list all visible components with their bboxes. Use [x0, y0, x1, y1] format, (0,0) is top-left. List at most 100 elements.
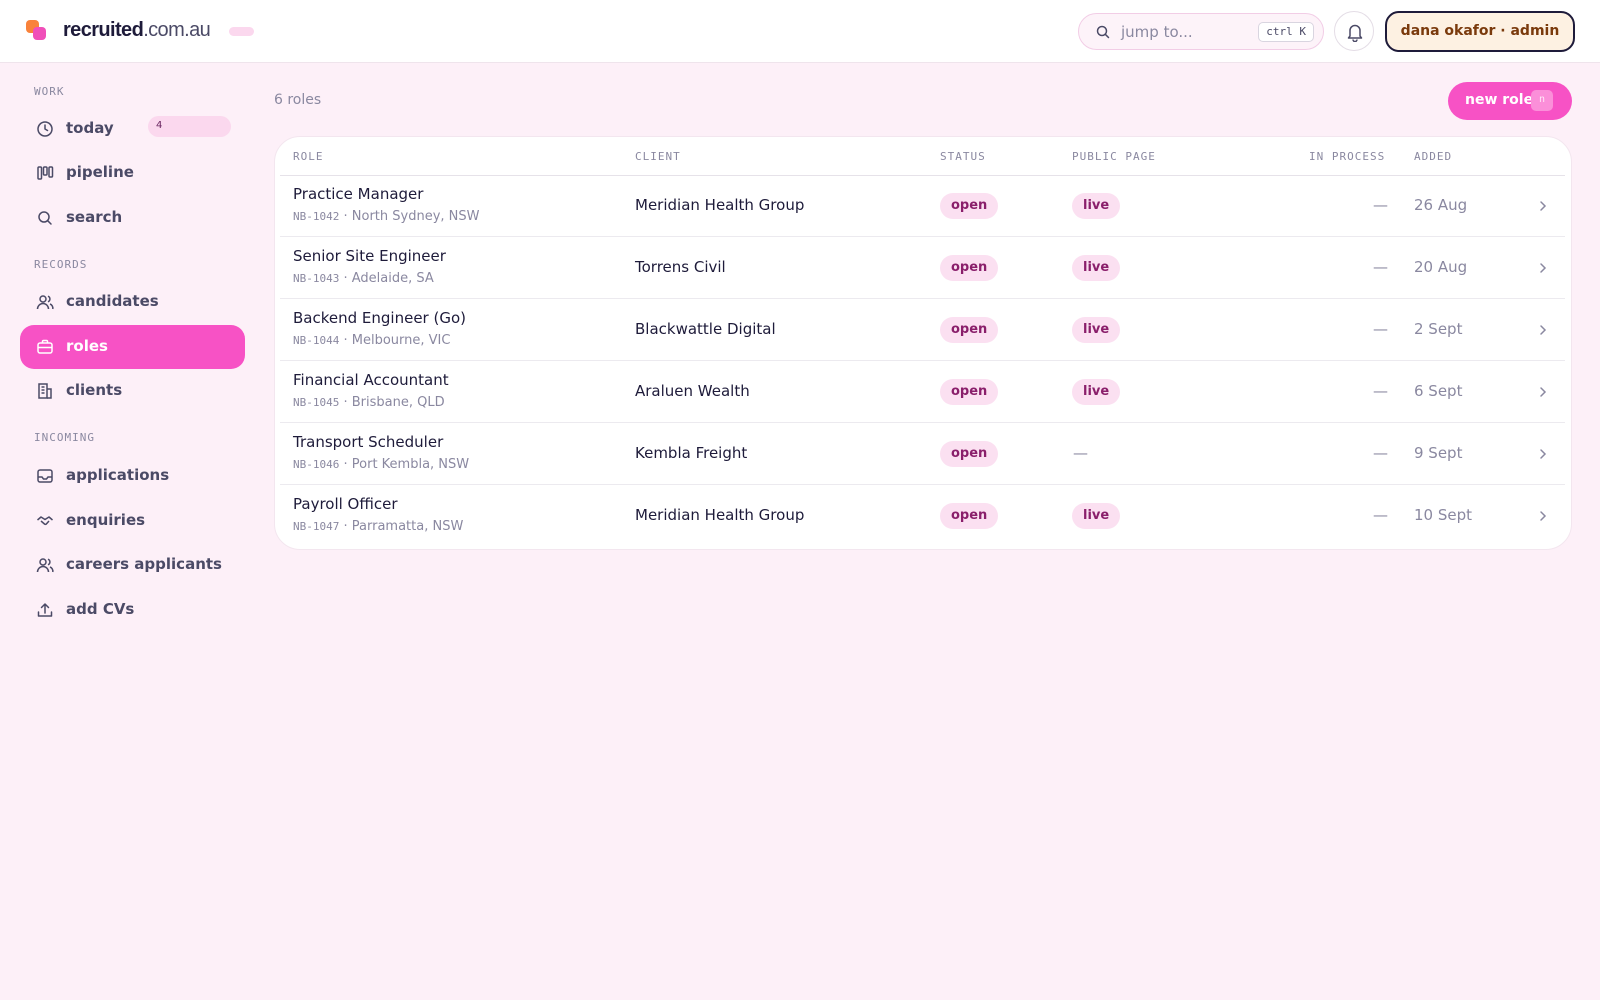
- top-bar: recruited.com.au jump to... ctrl K dana …: [0, 0, 1600, 63]
- role-meta: NB-1046 · Port Kembla, NSW: [293, 457, 470, 472]
- chevron-right-icon: [1540, 325, 1547, 335]
- status-badge: open: [940, 193, 999, 219]
- table-row[interactable]: Payroll Officer NB-1047 · Parramatta, NS…: [280, 485, 1565, 547]
- role-client: Meridian Health Group: [635, 196, 805, 214]
- role-client: Meridian Health Group: [635, 506, 805, 524]
- column-header-public-page[interactable]: PUBLIC PAGE: [1072, 150, 1156, 163]
- role-meta: NB-1042 · North Sydney, NSW: [293, 209, 480, 224]
- sidebar-item-candidates[interactable]: candidates: [20, 280, 245, 324]
- role-meta: NB-1043 · Adelaide, SA: [293, 271, 434, 286]
- in-process-value: —: [1373, 196, 1388, 214]
- added-date: 10 Sept: [1414, 506, 1473, 524]
- search-input[interactable]: jump to... ctrl K: [1078, 13, 1324, 50]
- sidebar-item-label: today: [66, 119, 114, 137]
- sidebar-item-search[interactable]: search: [20, 196, 245, 240]
- status-badge: open: [940, 255, 999, 281]
- sidebar-item-label: candidates: [66, 292, 159, 310]
- table-row[interactable]: Transport Scheduler NB-1046 · Port Kembl…: [280, 423, 1565, 485]
- users-icon: [36, 295, 54, 310]
- column-header-role[interactable]: ROLE: [293, 150, 324, 163]
- role-client: Torrens Civil: [635, 258, 726, 276]
- building-icon: [38, 383, 52, 399]
- kanban-icon: [37, 166, 54, 180]
- table-row[interactable]: Practice Manager NB-1042 · North Sydney,…: [280, 175, 1565, 237]
- sidebar-item-roles[interactable]: roles: [20, 325, 245, 369]
- new-role-label: new role: [1465, 92, 1534, 108]
- sidebar-item-label: careers applicants: [66, 555, 222, 573]
- today-count-badge: 4: [148, 116, 231, 137]
- chevron-right-icon: [1540, 201, 1547, 211]
- status-badge: open: [940, 379, 999, 405]
- sidebar-item-label: search: [66, 208, 123, 226]
- column-header-client[interactable]: CLIENT: [635, 150, 681, 163]
- sidebar-item-pipeline[interactable]: pipeline: [20, 151, 245, 195]
- sidebar-item-today[interactable]: today 4: [20, 107, 245, 151]
- role-meta: NB-1045 · Brisbane, QLD: [293, 395, 445, 410]
- sidebar-item-clients[interactable]: clients: [20, 369, 245, 413]
- status-badge: open: [940, 503, 999, 529]
- role-client: Kembla Freight: [635, 444, 748, 462]
- brand-name[interactable]: recruited.com.au: [63, 19, 211, 42]
- notifications-button[interactable]: [1334, 11, 1374, 51]
- inbox-icon: [37, 469, 53, 483]
- upload-icon: [37, 603, 53, 617]
- role-title: Practice Manager: [293, 185, 424, 203]
- status-badge: open: [940, 317, 999, 343]
- logo-icon[interactable]: [26, 20, 48, 42]
- in-process-value: —: [1373, 506, 1388, 524]
- handshake-icon: [37, 516, 53, 526]
- column-header-added[interactable]: ADDED: [1414, 150, 1452, 163]
- environment-pill: [229, 27, 254, 36]
- sidebar-item-label: enquiries: [66, 511, 146, 529]
- search-icon: [38, 211, 52, 225]
- chevron-right-icon: [1540, 511, 1547, 521]
- roles-count: 6 roles: [274, 92, 322, 108]
- role-title: Payroll Officer: [293, 495, 398, 513]
- sidebar-item-careers-applicants[interactable]: careers applicants: [20, 543, 245, 587]
- chevron-right-icon: [1540, 449, 1547, 459]
- role-title: Transport Scheduler: [293, 433, 444, 451]
- public-page-badge: live: [1072, 193, 1121, 219]
- sidebar-item-label: applications: [66, 466, 170, 484]
- table-row[interactable]: Senior Site Engineer NB-1043 · Adelaide,…: [280, 237, 1565, 299]
- new-role-shortcut: n: [1531, 90, 1553, 111]
- status-badge: open: [940, 441, 999, 467]
- new-role-button[interactable]: new role n: [1448, 82, 1572, 120]
- sidebar-item-label: pipeline: [66, 163, 134, 181]
- in-process-value: —: [1373, 258, 1388, 276]
- in-process-value: —: [1373, 382, 1388, 400]
- added-date: 9 Sept: [1414, 444, 1463, 462]
- sidebar-item-applications[interactable]: applications: [20, 454, 245, 498]
- added-date: 2 Sept: [1414, 320, 1463, 338]
- table-row[interactable]: Backend Engineer (Go) NB-1044 · Melbourn…: [280, 299, 1565, 361]
- chevron-right-icon: [1540, 387, 1547, 397]
- user-menu-button[interactable]: dana okafor · admin: [1385, 11, 1575, 52]
- public-page-badge: live: [1072, 379, 1121, 405]
- role-client: Araluen Wealth: [635, 382, 750, 400]
- added-date: 26 Aug: [1414, 196, 1468, 214]
- role-title: Financial Accountant: [293, 371, 449, 389]
- role-title: Senior Site Engineer: [293, 247, 446, 265]
- role-meta: NB-1044 · Melbourne, VIC: [293, 333, 451, 348]
- column-header-in-process[interactable]: IN PROCESS: [1309, 150, 1385, 163]
- added-date: 20 Aug: [1414, 258, 1468, 276]
- sidebar-item-label: clients: [66, 381, 123, 399]
- added-date: 6 Sept: [1414, 382, 1463, 400]
- sidebar-item-enquiries[interactable]: enquiries: [20, 499, 245, 543]
- clock-icon: [37, 121, 53, 137]
- public-page-badge: live: [1072, 255, 1121, 281]
- search-placeholder: jump to...: [1121, 23, 1193, 41]
- table-row[interactable]: Financial Accountant NB-1045 · Brisbane,…: [280, 361, 1565, 423]
- sidebar-item-add-cvs[interactable]: add CVs: [20, 588, 245, 632]
- users-icon: [36, 558, 54, 573]
- bell-icon: [1347, 24, 1363, 42]
- in-process-value: —: [1373, 444, 1388, 462]
- column-header-status[interactable]: STATUS: [940, 150, 986, 163]
- sidebar-section-records: RECORDS: [34, 258, 88, 271]
- public-page-empty: —: [1073, 444, 1088, 462]
- public-page-badge: live: [1072, 317, 1121, 343]
- sidebar-item-label: roles: [66, 337, 108, 355]
- search-icon: [1096, 25, 1110, 39]
- sidebar-section-work: WORK: [34, 85, 65, 98]
- chevron-right-icon: [1540, 263, 1547, 273]
